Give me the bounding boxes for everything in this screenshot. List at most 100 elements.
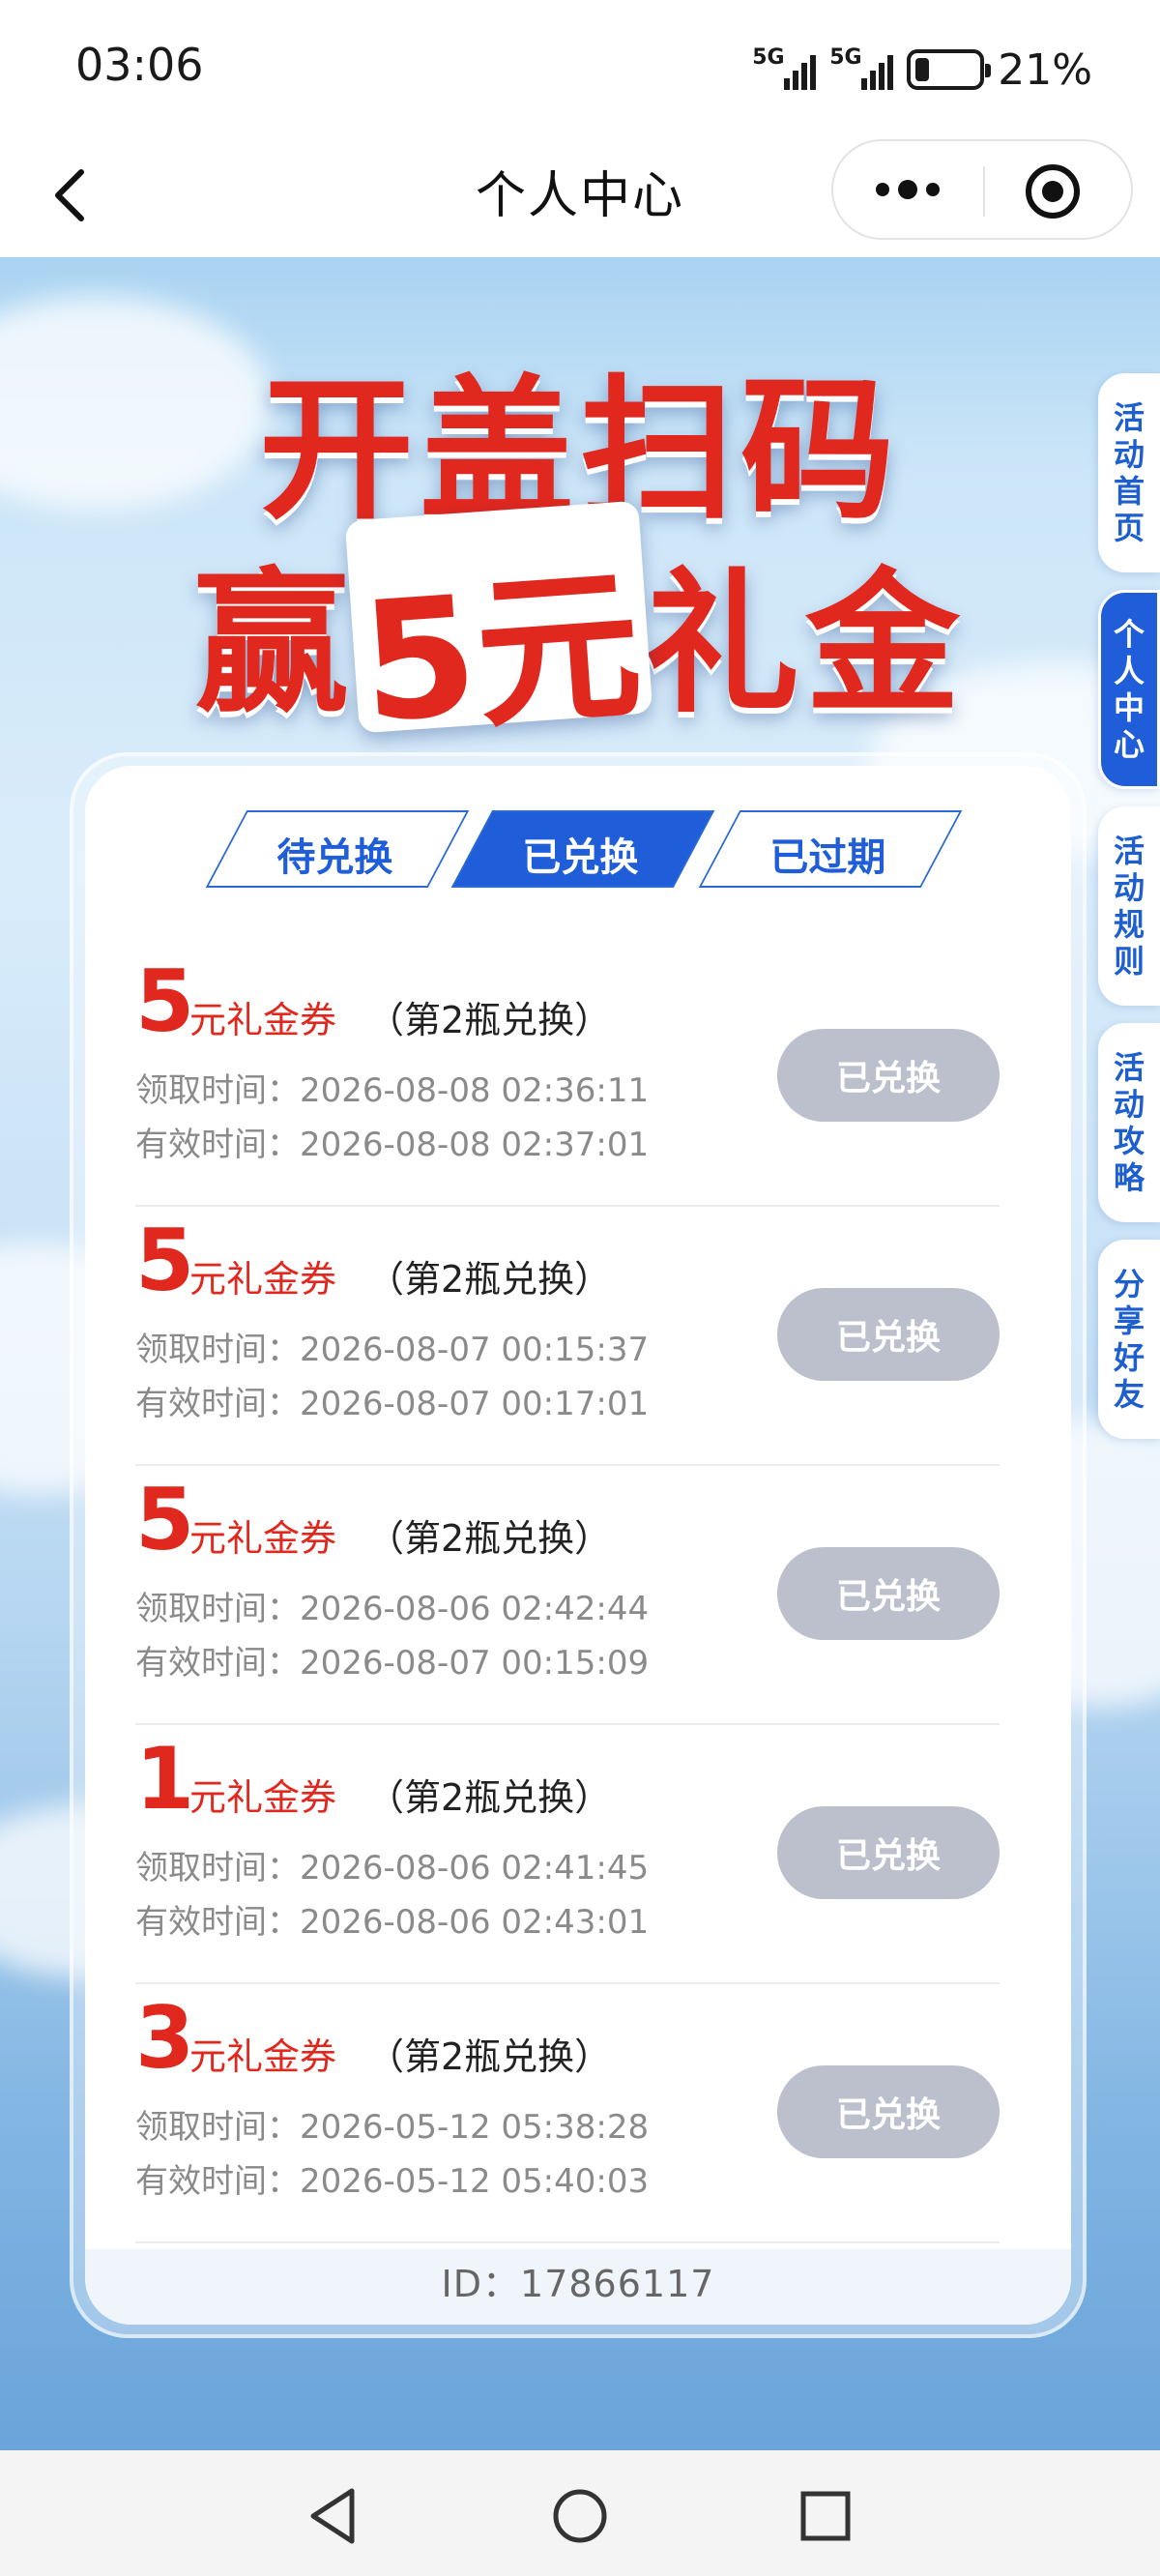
coupon-item: 5 元礼金券 （第2瓶兑换） 领取时间：2026-08-06 02:42:44 … <box>135 1466 1000 1725</box>
nav-bar: 个人中心 <box>0 135 1160 257</box>
redeemed-button[interactable]: 已兑换 <box>777 1029 1000 1122</box>
valid-time: 有效时间：2026-08-06 02:43:01 <box>135 1895 649 1943</box>
receive-time: 领取时间：2026-08-08 02:36:11 <box>135 1064 649 1111</box>
redeemed-button[interactable]: 已兑换 <box>777 2065 1000 2158</box>
signal-label: 5G <box>829 45 862 70</box>
banner-suffix: 礼金 <box>645 553 967 734</box>
side-tab-label: 个人中心 <box>1113 616 1145 763</box>
coupon-unit: 元礼金券 <box>189 2035 337 2078</box>
valid-time: 有效时间：2026-08-08 02:37:01 <box>135 1118 649 1165</box>
redeemed-button[interactable]: 已兑换 <box>777 1547 1000 1640</box>
receive-time: 领取时间：2026-08-07 00:15:37 <box>135 1323 649 1370</box>
triangle-back-icon <box>310 2488 355 2544</box>
coupon-note: （第2瓶兑换） <box>367 1517 612 1560</box>
coupon-note: （第2瓶兑换） <box>367 1776 612 1819</box>
close-button[interactable] <box>981 141 1131 238</box>
coupon-item: 3 元礼金券 （第2瓶兑换） 领取时间：2026-05-12 05:38:28 … <box>135 1984 1000 2243</box>
receive-value: 2026-08-06 02:42:44 <box>300 1590 650 1628</box>
receive-label: 领取时间： <box>135 2108 300 2147</box>
side-tab-label: 活动首页 <box>1113 399 1145 546</box>
side-tab-guide[interactable]: 活动攻略 <box>1098 1023 1160 1222</box>
tab-label: 待兑换 <box>276 835 393 880</box>
valid-value: 2026-08-06 02:43:01 <box>300 1903 650 1942</box>
receive-time: 领取时间：2026-05-12 05:38:28 <box>135 2100 649 2148</box>
valid-time: 有效时间：2026-05-12 05:40:03 <box>135 2154 649 2202</box>
tab-pending[interactable]: 待兑换 <box>205 810 470 888</box>
side-tab-label: 分享好友 <box>1113 1266 1145 1413</box>
nav-home-button[interactable] <box>541 2477 619 2555</box>
coupon-item: 5 元礼金券 （第2瓶兑换） 领取时间：2026-08-08 02:36:11 … <box>135 948 1000 1207</box>
coupon-item: 1 元礼金券 （第2瓶兑换） 领取时间：2026-08-06 02:41:45 … <box>135 1725 1000 1984</box>
banner-prefix: 赢 <box>193 553 355 734</box>
circle-home-icon <box>553 2489 607 2543</box>
side-tab-home[interactable]: 活动首页 <box>1098 373 1160 572</box>
redeemed-button[interactable]: 已兑换 <box>777 1288 1000 1381</box>
coupon-note: （第2瓶兑换） <box>367 1258 612 1301</box>
valid-time: 有效时间：2026-08-07 00:17:01 <box>135 1377 649 1424</box>
card-footer: ID：17866117 <box>85 2249 1071 2325</box>
target-close-icon <box>1026 164 1080 219</box>
side-tab-label: 活动规则 <box>1113 833 1145 980</box>
square-recent-icon <box>800 2491 851 2541</box>
battery-icon <box>907 49 992 90</box>
system-nav-bar <box>0 2450 1160 2576</box>
side-tab-rules[interactable]: 活动规则 <box>1098 806 1160 1006</box>
status-indicators: 5G 5G 21% <box>752 41 1092 99</box>
tab-redeemed[interactable]: 已兑换 <box>450 810 715 888</box>
coupon-card: 待兑换 已兑换 已过期 5 元礼金券 （第2瓶兑换） 领取时间：2026-08-… <box>85 766 1071 2325</box>
receive-value: 2026-08-06 02:41:45 <box>300 1849 650 1888</box>
coupon-amount: 5 <box>135 1211 195 1310</box>
receive-value: 2026-08-08 02:36:11 <box>300 1071 650 1110</box>
status-bar: 03:06 5G 5G 21% <box>0 0 1160 135</box>
user-id: ID：17866117 <box>441 2263 715 2305</box>
receive-time: 领取时间：2026-08-06 02:41:45 <box>135 1841 649 1888</box>
status-time: 03:06 <box>75 39 204 91</box>
signal-label: 5G <box>752 45 785 70</box>
coupon-unit: 元礼金券 <box>189 1258 337 1301</box>
coupon-tabs: 待兑换 已兑换 已过期 <box>85 810 1071 888</box>
valid-value: 2026-08-07 00:15:09 <box>300 1644 650 1683</box>
coupon-unit: 元礼金券 <box>189 1517 337 1560</box>
side-tab-share[interactable]: 分享好友 <box>1098 1240 1160 1439</box>
receive-time: 领取时间：2026-08-06 02:42:44 <box>135 1582 649 1629</box>
valid-value: 2026-08-08 02:37:01 <box>300 1126 650 1164</box>
coupon-note: （第2瓶兑换） <box>367 2035 612 2078</box>
receive-label: 领取时间： <box>135 1849 300 1888</box>
valid-label: 有效时间： <box>135 1644 300 1683</box>
tab-label: 已兑换 <box>522 835 639 880</box>
side-tab-label: 活动攻略 <box>1113 1049 1145 1196</box>
receive-value: 2026-08-07 00:15:37 <box>300 1331 650 1369</box>
signal-icon: 5G <box>829 45 894 94</box>
coupon-unit: 元礼金券 <box>189 999 337 1041</box>
receive-label: 领取时间： <box>135 1331 300 1369</box>
receive-label: 领取时间： <box>135 1590 300 1628</box>
coupon-note: （第2瓶兑换） <box>367 999 612 1041</box>
receive-label: 领取时间： <box>135 1071 300 1110</box>
side-tab-personal-center[interactable]: 个人中心 <box>1098 590 1160 789</box>
mini-program-capsule <box>831 139 1133 240</box>
page: 03:06 5G 5G 21% 个人中心 开盖扫码 赢 礼金 5元 活动首页 个… <box>0 0 1160 2576</box>
valid-time: 有效时间：2026-08-07 00:15:09 <box>135 1636 649 1683</box>
banner-amount: 5元 <box>356 549 648 760</box>
banner-amount-box: 5元 <box>344 500 653 760</box>
coupon-amount: 1 <box>135 1729 195 1829</box>
valid-label: 有效时间： <box>135 1126 300 1164</box>
promo-banner: 开盖扫码 赢礼金 5元 <box>0 257 1160 760</box>
battery-percent: 21% <box>998 44 1092 95</box>
valid-label: 有效时间： <box>135 2162 300 2201</box>
tab-label: 已过期 <box>769 835 886 880</box>
valid-label: 有效时间： <box>135 1903 300 1942</box>
coupon-amount: 3 <box>135 1988 195 2088</box>
valid-value: 2026-05-12 05:40:03 <box>300 2162 650 2201</box>
coupon-unit: 元礼金券 <box>189 1776 337 1819</box>
receive-value: 2026-05-12 05:38:28 <box>300 2108 650 2147</box>
nav-back-button[interactable] <box>296 2477 373 2555</box>
valid-label: 有效时间： <box>135 1385 300 1423</box>
tab-expired[interactable]: 已过期 <box>698 810 963 888</box>
signal-icon: 5G <box>752 45 817 94</box>
nav-recent-button[interactable] <box>787 2477 864 2555</box>
redeemed-button[interactable]: 已兑换 <box>777 1806 1000 1899</box>
valid-value: 2026-08-07 00:17:01 <box>300 1385 650 1423</box>
more-button[interactable] <box>833 141 983 238</box>
coupon-item: 5 元礼金券 （第2瓶兑换） 领取时间：2026-08-07 00:15:37 … <box>135 1207 1000 1466</box>
